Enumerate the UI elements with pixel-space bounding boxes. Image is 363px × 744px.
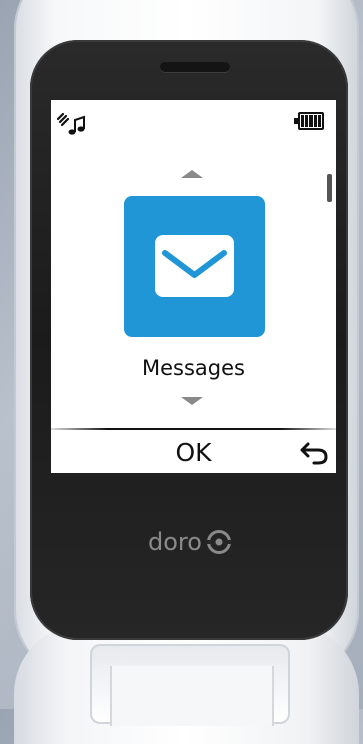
hinge-inner (110, 666, 274, 726)
brand-logo-text: doro (148, 528, 202, 556)
brand-logo: doro (148, 528, 232, 556)
envelope-icon (155, 235, 234, 297)
scroll-indicator (327, 174, 332, 202)
vibrate-ring-icon (56, 112, 85, 135)
menu-item-label: Messages (142, 356, 245, 380)
earpiece-speaker (160, 62, 230, 72)
softkey-divider (51, 428, 336, 430)
messages-tile[interactable] (124, 196, 265, 337)
battery-full-icon (294, 112, 324, 130)
arrow-up-icon[interactable] (181, 170, 203, 178)
ok-softkey[interactable]: OK (51, 438, 336, 467)
back-arrow-icon[interactable] (300, 438, 330, 466)
arrow-down-icon[interactable] (181, 397, 203, 405)
doro-mark-icon (205, 530, 232, 554)
phone-screen: Messages OK (51, 100, 336, 473)
phone-hinge (90, 644, 290, 726)
